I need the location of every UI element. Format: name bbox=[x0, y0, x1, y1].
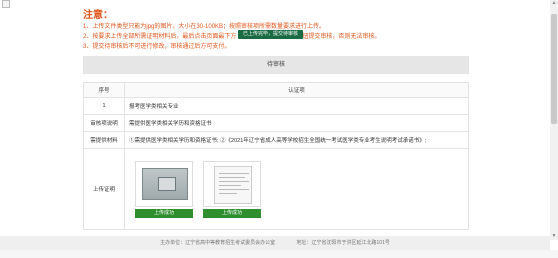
row-label: 需提供材料 bbox=[83, 131, 125, 149]
upload-item: 上传成功 bbox=[203, 160, 261, 218]
page-icon bbox=[2, 0, 10, 8]
row-value: 报考医学类相关专业 bbox=[124, 97, 469, 115]
table-row: 1 报考医学类相关专业 bbox=[83, 97, 469, 115]
notice-line-3: 3、提交待审核后不可进行修改，审核通过后方可支付。 bbox=[83, 44, 231, 50]
table-row: 审核项说明 需提供医学类相关学历和资格证书 bbox=[83, 114, 469, 132]
document-image bbox=[214, 165, 252, 204]
upload-thumbnails: 上传成功 上传成功 bbox=[129, 160, 464, 218]
row-value: 需提供医学类相关学历和资格证书 bbox=[124, 114, 469, 132]
table-header-row: 序号 认证项 bbox=[83, 82, 469, 98]
emblem-icon bbox=[158, 176, 176, 191]
table-row: 需提供材料 ①需提供医学类相关学历和资格证书; ②《2021年辽宁省成人高等学校… bbox=[83, 131, 469, 149]
notice-box: 注意： 1、上传文件类型只能为jpg的图片，大小在30-100KB；按照审核项所… bbox=[83, 10, 543, 52]
panel-header: 待审核 bbox=[83, 56, 469, 74]
scroll-thumb[interactable] bbox=[551, 14, 557, 124]
review-panel: 待审核 序号 认证项 1 报考医学类相关专业 审核项说明 需提供医学类相关学历和… bbox=[83, 56, 469, 230]
certificate-image bbox=[142, 167, 188, 200]
footer-sponsor: 主办单位：辽宁省高中等教育招生考试委员会办公室 bbox=[160, 240, 276, 246]
page-footer: 主办单位：辽宁省高中等教育招生考试委员会办公室 地址：辽宁省沈阳市于洪区延江北路… bbox=[0, 236, 550, 250]
upload-success-button[interactable]: 上传成功 bbox=[135, 208, 193, 218]
review-table: 序号 认证项 1 报考医学类相关专业 审核项说明 需提供医学类相关学历和资格证书… bbox=[83, 82, 469, 230]
notice-line-2-head: 2、按要求上传全部所需证明材料后，最后点击页面最下方 bbox=[83, 34, 237, 40]
upload-row: 上传证明 上传成功 上传成功 bbox=[83, 148, 469, 230]
upload-item: 上传成功 bbox=[135, 160, 193, 218]
certificate-thumbnail[interactable] bbox=[135, 160, 193, 207]
notice-line-2-tail: 按钮提交审核，否则无法审核。 bbox=[296, 34, 381, 40]
bottom-bar bbox=[0, 250, 558, 258]
document-thumbnail[interactable] bbox=[203, 160, 261, 207]
vertical-scrollbar[interactable]: ▲ ▼ bbox=[550, 0, 558, 240]
notice-title: 注意： bbox=[83, 10, 113, 21]
footer-address: 地址：辽宁省沈阳市于洪区延江北路101号 bbox=[296, 240, 390, 246]
upload-success-button[interactable]: 上传成功 bbox=[203, 208, 261, 218]
notice-line-1: 1、上传文件类型只能为jpg的图片，大小在30-100KB；按照审核项所需数量要… bbox=[83, 24, 326, 30]
row-label: 审核项说明 bbox=[83, 114, 125, 132]
scroll-down-icon[interactable]: ▼ bbox=[550, 233, 558, 239]
scroll-up-icon[interactable]: ▲ bbox=[550, 0, 558, 6]
upload-label: 上传证明 bbox=[83, 148, 125, 230]
row-value: ①需提供医学类相关学历和资格证书; ②《2021年辽宁省成人高等学校招生全国统一… bbox=[124, 131, 469, 149]
notice-line-2: 2、按要求上传全部所需证明材料后，最后点击页面最下方 按钮提交审核，否则无法审核。 bbox=[83, 32, 543, 42]
col-header-index: 序号 bbox=[83, 82, 125, 98]
submit-review-tooltip[interactable]: 已上传完毕，提交待审核 bbox=[238, 30, 304, 39]
col-header-item: 认证项 bbox=[124, 82, 469, 98]
row-label: 1 bbox=[83, 97, 125, 115]
upload-cell: 上传成功 上传成功 bbox=[124, 148, 469, 230]
